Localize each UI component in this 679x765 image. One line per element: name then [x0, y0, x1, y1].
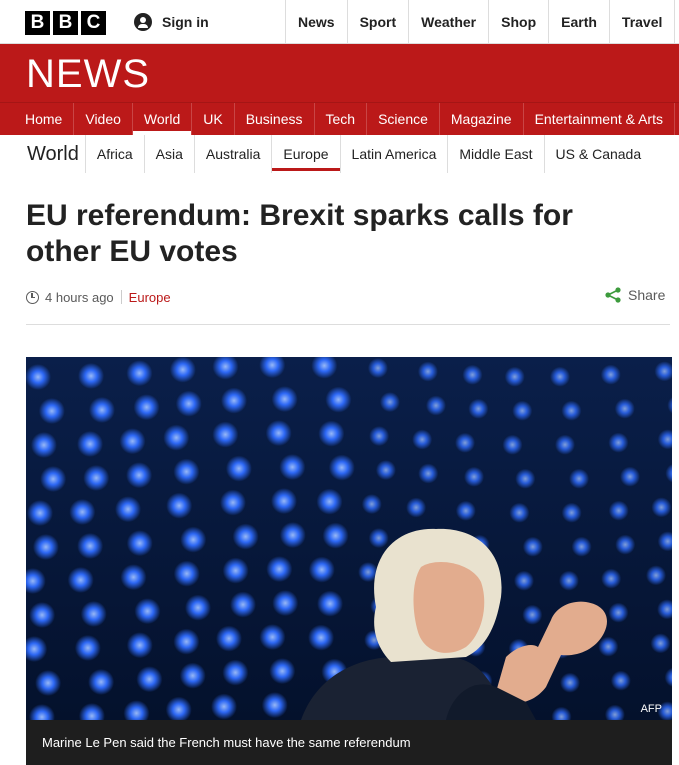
logo-letter: B — [25, 11, 50, 35]
mainnav-home[interactable]: Home — [14, 103, 75, 135]
logo-letter: C — [81, 11, 106, 35]
divider — [26, 324, 670, 325]
news-banner: NEWS — [0, 44, 679, 102]
logo-letter: B — [53, 11, 78, 35]
top-navigation: News Sport Weather Shop Earth Travel M — [285, 0, 679, 44]
mainnav-video[interactable]: Video — [74, 103, 133, 135]
article-timestamp: 4 hours ago — [45, 289, 114, 305]
subnav-middle-east[interactable]: Middle East — [447, 135, 543, 173]
subnav-africa[interactable]: Africa — [84, 135, 144, 173]
mainnav-science[interactable]: Science — [367, 103, 440, 135]
topnav-earth[interactable]: Earth — [548, 0, 609, 44]
topnav-weather[interactable]: Weather — [408, 0, 488, 44]
meta-divider — [120, 290, 122, 304]
mainnav-entertainment-arts[interactable]: Entertainment & Arts — [524, 103, 675, 135]
mainnav-tech[interactable]: Tech — [315, 103, 368, 135]
subnav-latin-america[interactable]: Latin America — [339, 135, 448, 173]
subnav-europe[interactable]: Europe — [271, 135, 340, 173]
article-headline: EU referendum: Brexit sparks calls for o… — [26, 199, 573, 268]
article-hero-image[interactable]: AFP Marine Le Pen said the French must h… — [26, 357, 672, 765]
topnav-travel[interactable]: Travel — [608, 0, 674, 44]
subnav-australia[interactable]: Australia — [193, 135, 271, 173]
share-icon — [605, 287, 621, 303]
top-bar: B B C Sign in News Sport Weather Shop Ea… — [0, 0, 679, 44]
world-subnavigation: World Africa Asia Australia Europe Latin… — [0, 135, 679, 173]
mainnav-uk[interactable]: UK — [192, 103, 235, 135]
mainnav-magazine[interactable]: Magazine — [440, 103, 524, 135]
topnav-more[interactable]: M — [674, 0, 679, 44]
subnav-us-canada[interactable]: US & Canada — [543, 135, 653, 173]
image-caption: Marine Le Pen said the French must have … — [26, 720, 672, 765]
mainnav-world[interactable]: World — [132, 103, 193, 135]
bbc-logo[interactable]: B B C — [25, 11, 106, 35]
subnav-title[interactable]: World — [27, 143, 79, 166]
topnav-news[interactable]: News — [285, 0, 347, 44]
sign-in-link[interactable]: Sign in — [134, 0, 209, 44]
share-button[interactable]: Share — [604, 286, 665, 304]
topnav-shop[interactable]: Shop — [488, 0, 548, 44]
share-label: Share — [628, 287, 666, 303]
mainnav-business[interactable]: Business — [235, 103, 315, 135]
topnav-sport[interactable]: Sport — [346, 0, 409, 44]
image-credit: AFP — [640, 703, 662, 715]
clock-icon — [26, 290, 39, 304]
article-meta: 4 hours ago Europe — [26, 287, 171, 307]
user-icon — [134, 13, 152, 31]
news-logo[interactable]: NEWS — [26, 52, 150, 97]
sign-in-label: Sign in — [162, 14, 209, 30]
article-section-link[interactable]: Europe — [129, 290, 171, 305]
speaker-photo — [26, 357, 672, 720]
main-navigation: Home Video World UK Business Tech Scienc… — [0, 102, 679, 135]
subnav-asia[interactable]: Asia — [143, 135, 194, 173]
